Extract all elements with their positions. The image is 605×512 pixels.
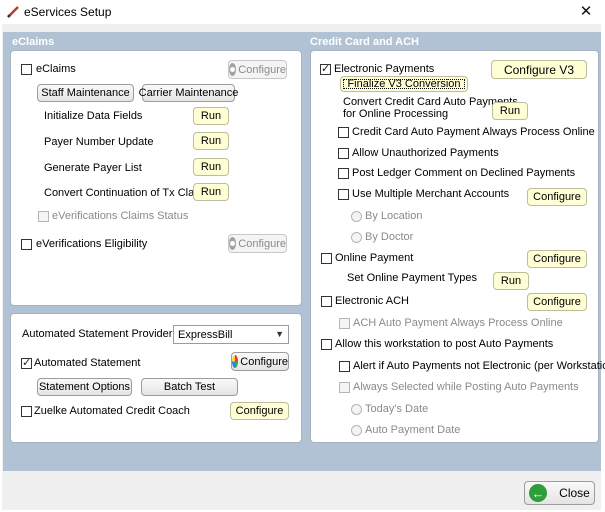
everifications-eligibility-label: eVerifications Eligibility (36, 238, 148, 250)
initialize-data-fields-run-button[interactable]: Run (193, 107, 229, 125)
eligibility-configure-button[interactable]: Configure (228, 234, 287, 253)
alert-not-electronic-checkbox[interactable] (339, 361, 350, 372)
multiple-merchant-configure-button[interactable]: Configure (527, 188, 587, 206)
configure-label: Configure (238, 63, 286, 76)
always-selected-label: Always Selected while Posting Auto Payme… (353, 381, 579, 393)
credit-coach-configure-button[interactable]: Configure (230, 402, 289, 420)
auto-payment-date-label: Auto Payment Date (365, 424, 461, 436)
post-ledger-comment-label: Post Ledger Comment on Declined Payments (352, 167, 576, 179)
eclaims-configure-button[interactable]: Configure (228, 60, 287, 79)
credit-card-ach-header: Credit Card and ACH (310, 36, 419, 48)
window-close-icon[interactable]: ✕ (576, 2, 596, 22)
online-payment-checkbox[interactable] (321, 253, 332, 264)
ach-always-online-label: ACH Auto Payment Always Process Online (353, 317, 563, 329)
ach-always-online-checkbox[interactable] (339, 318, 350, 329)
multiple-merchant-label: Use Multiple Merchant Accounts (352, 188, 510, 200)
set-online-payment-types-run-button[interactable]: Run (493, 272, 529, 290)
automated-statement-checkbox[interactable] (21, 356, 32, 369)
electronic-ach-label: Electronic ACH (335, 295, 409, 307)
gear-icon (232, 355, 239, 368)
auto-payment-date-radio[interactable] (351, 425, 362, 436)
credit-coach-label: Zuelke Automated Credit Coach (34, 405, 190, 417)
back-arrow-icon: ← (529, 484, 548, 502)
eclaims-header: eClaims (12, 36, 55, 48)
allow-unauthorized-checkbox[interactable] (338, 148, 349, 159)
convert-cc-run-button[interactable]: Run (492, 102, 528, 120)
window-title: eServices Setup (24, 5, 112, 19)
ach-configure-button[interactable]: Configure (527, 293, 587, 311)
electronic-payments-checkbox[interactable] (320, 62, 331, 75)
eclaims-label: eClaims (36, 63, 76, 75)
configure-v3-button[interactable]: Configure V3 (491, 60, 587, 79)
online-payment-label: Online Payment (335, 252, 414, 264)
always-process-online-checkbox[interactable] (338, 127, 349, 138)
always-process-online-label: Credit Card Auto Payment Always Process … (352, 126, 595, 138)
allow-workstation-checkbox[interactable] (321, 339, 332, 350)
statement-provider-label: Automated Statement Provider (22, 328, 173, 340)
automated-statement-configure-button[interactable]: Configure (231, 352, 289, 371)
everifications-claims-status-checkbox[interactable] (38, 211, 49, 222)
initialize-data-fields-label: Initialize Data Fields (44, 110, 143, 122)
electronic-ach-checkbox[interactable] (321, 296, 332, 307)
statement-options-button[interactable]: Statement Options (37, 378, 132, 396)
todays-date-radio[interactable] (351, 404, 362, 415)
generate-payer-list-label: Generate Payer List (44, 162, 142, 174)
close-label: Close (559, 486, 590, 500)
by-location-label: By Location (365, 210, 423, 222)
set-online-payment-types-label: Set Online Payment Types (347, 272, 478, 284)
eclaims-checkbox[interactable] (21, 64, 32, 75)
multiple-merchant-checkbox[interactable] (338, 189, 349, 200)
gear-icon (229, 63, 237, 76)
payer-number-update-label: Payer Number Update (44, 136, 154, 148)
statement-provider-select[interactable]: ExpressBill ▼ (173, 325, 289, 344)
allow-workstation-label: Allow this workstation to post Auto Paym… (335, 338, 554, 350)
finalize-v3-button[interactable]: Finalize V3 Conversion (340, 76, 468, 92)
always-selected-checkbox[interactable] (339, 382, 350, 393)
batch-test-button[interactable]: Batch Test (141, 378, 238, 396)
app-pen-icon (7, 6, 19, 18)
close-button[interactable]: ← Close (524, 481, 595, 505)
allow-unauthorized-label: Allow Unauthorized Payments (352, 147, 499, 159)
credit-coach-checkbox[interactable] (21, 406, 32, 417)
chevron-down-icon: ▼ (275, 329, 284, 339)
carrier-maintenance-button[interactable]: Carrier Maintenance (139, 84, 238, 102)
automated-statement-label: Automated Statement (34, 357, 141, 369)
staff-maintenance-button[interactable]: Staff Maintenance (37, 84, 134, 102)
by-location-radio[interactable] (351, 211, 362, 222)
online-payment-configure-button[interactable]: Configure (527, 250, 587, 268)
everifications-claims-status-label: eVerifications Claims Status (52, 210, 189, 222)
convert-continuation-run-button[interactable]: Run (193, 183, 229, 201)
configure-label: Configure (240, 355, 288, 368)
todays-date-label: Today's Date (365, 403, 429, 415)
by-doctor-label: By Doctor (365, 231, 414, 243)
payer-number-update-run-button[interactable]: Run (193, 132, 229, 150)
alert-not-electronic-label: Alert if Auto Payments not Electronic (p… (353, 360, 605, 372)
gear-icon (229, 237, 237, 250)
configure-label: Configure (238, 237, 286, 250)
convert-continuation-label: Convert Continuation of Tx Claims (44, 187, 212, 199)
electronic-payments-label: Electronic Payments (334, 63, 435, 75)
by-doctor-radio[interactable] (351, 232, 362, 243)
convert-cc-line2: for Online Processing (343, 108, 449, 120)
everifications-eligibility-checkbox[interactable] (21, 239, 32, 250)
title-bar: eServices Setup ✕ (0, 0, 605, 24)
statement-provider-value: ExpressBill (178, 328, 233, 341)
post-ledger-comment-checkbox[interactable] (338, 168, 349, 179)
generate-payer-list-run-button[interactable]: Run (193, 158, 229, 176)
